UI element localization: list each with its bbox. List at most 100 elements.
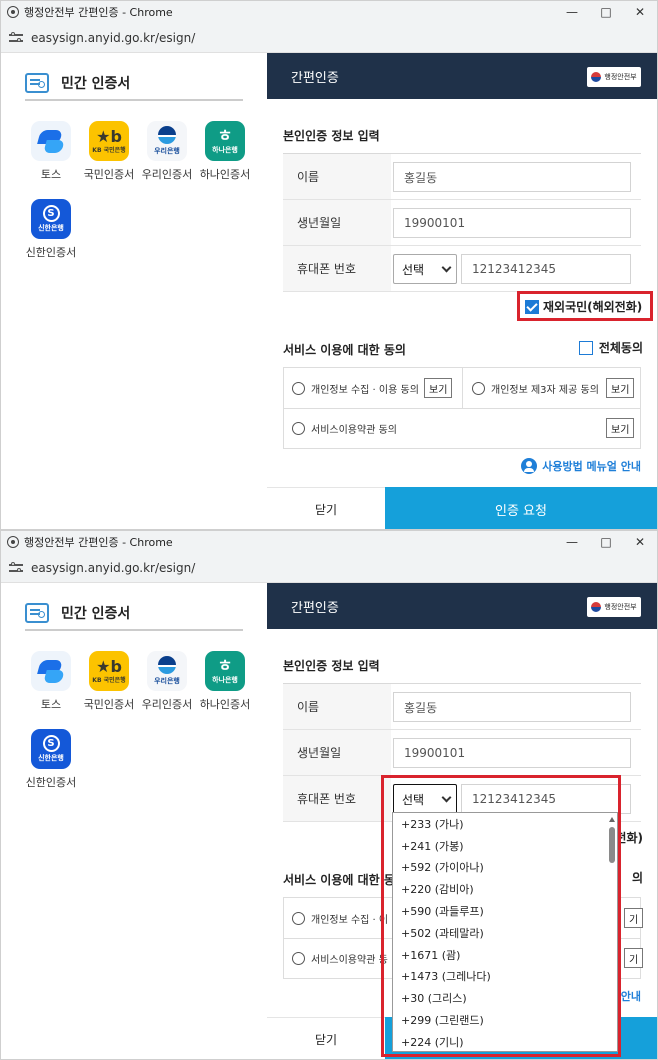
- phone-label: 휴대폰 번호: [283, 246, 391, 291]
- maximize-icon[interactable]: □: [589, 531, 623, 553]
- site-info-icon[interactable]: [9, 31, 23, 44]
- section-title-info: 본인인증 정보 입력: [283, 659, 380, 673]
- birth-input[interactable]: 19900101: [393, 738, 631, 768]
- view-button[interactable]: 보기: [424, 378, 453, 398]
- panel-header: 간편인증 행정안전부: [267, 583, 657, 629]
- panel-title: 간편인증: [291, 70, 339, 86]
- phone-input[interactable]: 12123412345: [461, 254, 631, 284]
- overseas-label: 재외국민(해외전화): [543, 300, 643, 314]
- minimize-icon[interactable]: —: [555, 1, 589, 23]
- phone-row: 휴대폰 번호 선택 12123412345: [283, 246, 641, 292]
- agree-terms[interactable]: 서비스이용약관 동의: [292, 408, 592, 448]
- gov-favicon-icon: [7, 536, 19, 548]
- private-cert-panel: 민간 인증서 토스 ★b KB 국민은행 국민인증서 우리은행 우리인증서 ㅎ 하나…: [1, 583, 267, 1059]
- app-label: 하나인증서: [199, 698, 251, 711]
- agreement-box: 개인정보 수집 · 이용 동의 보기 개인정보 제3자 제공 동의 보기 서비스…: [283, 367, 641, 449]
- overseas-checkbox[interactable]: 재외국민(해외전화): [525, 298, 642, 315]
- radio-icon: [292, 911, 305, 925]
- app-hana[interactable]: ㅎ 하나은행 하나인증서: [197, 121, 253, 182]
- address-bar[interactable]: easysign.anyid.go.kr/esign/: [1, 23, 657, 53]
- url-text: easysign.anyid.go.kr/esign/: [31, 30, 196, 45]
- phone-label: 휴대폰 번호: [283, 776, 391, 821]
- manual-link[interactable]: 사용방법 메뉴얼 안내: [521, 458, 641, 474]
- chevron-down-icon: [441, 262, 452, 273]
- person-icon: [521, 458, 538, 474]
- shinhan-bank-icon: S 신한은행: [31, 199, 71, 239]
- birth-input[interactable]: 19900101: [393, 208, 631, 238]
- birth-label: 생년월일: [283, 200, 391, 245]
- minimize-icon[interactable]: —: [555, 531, 589, 553]
- site-info-icon[interactable]: [9, 561, 23, 574]
- private-cert-title: 민간 인증서: [61, 76, 131, 92]
- url-text: easysign.anyid.go.kr/esign/: [31, 560, 196, 575]
- app-woori[interactable]: 우리은행 우리인증서: [139, 651, 195, 712]
- kb-bank-icon: ★b KB 국민은행: [89, 121, 129, 161]
- view-button[interactable]: 기: [624, 908, 644, 928]
- hana-bank-icon: ㅎ 하나은행: [205, 121, 245, 161]
- app-toss[interactable]: 토스: [23, 121, 79, 182]
- country-code-select[interactable]: 선택: [393, 254, 457, 284]
- private-cert-header: 민간 인증서: [25, 67, 243, 101]
- app-label: 하나인증서: [199, 168, 251, 181]
- window-title: 행정안전부 간편인증 - Chrome: [24, 6, 173, 19]
- private-cert-header: 민간 인증서: [25, 597, 243, 631]
- name-row: 이름 홍길동: [283, 154, 641, 200]
- request-auth-button[interactable]: 인증 요청: [385, 487, 657, 529]
- close-button[interactable]: 닫기: [267, 1017, 385, 1059]
- view-button[interactable]: 기: [624, 948, 644, 968]
- title-bar: 행정안전부 간편인증 - Chrome — □ ✕: [1, 531, 657, 553]
- app-kb[interactable]: ★b KB 국민은행 국민인증서: [81, 121, 137, 182]
- app-shinhan[interactable]: S 신한은행 신한인증서: [23, 729, 79, 790]
- birth-row: 생년월일 19900101: [283, 730, 641, 776]
- app-hana[interactable]: ㅎ 하나은행 하나인증서: [197, 651, 253, 712]
- radio-icon: [292, 421, 305, 435]
- toss-icon: [31, 121, 71, 161]
- checkbox-checked-icon: [525, 299, 539, 314]
- window-title: 행정안전부 간편인증 - Chrome: [24, 536, 173, 549]
- browser-window-1: 행정안전부 간편인증 - Chrome — □ ✕ easysign.anyid…: [0, 0, 658, 530]
- app-toss[interactable]: 토스: [23, 651, 79, 712]
- name-input[interactable]: 홍길동: [393, 692, 631, 722]
- panel-title: 간편인증: [291, 600, 339, 616]
- certificate-icon: [25, 73, 49, 93]
- hana-bank-icon: ㅎ 하나은행: [205, 651, 245, 691]
- kb-bank-icon: ★b KB 국민은행: [89, 651, 129, 691]
- maximize-icon[interactable]: □: [589, 1, 623, 23]
- agree-all-label: 전체동의: [598, 341, 643, 355]
- taegeuk-icon: [591, 72, 602, 82]
- woori-bank-icon: 우리은행: [147, 651, 187, 691]
- private-cert-panel: 민간 인증서 토스 ★b KB 국민은행 국민인증서 우리은행 우리인증서 ㅎ 하나…: [1, 53, 267, 529]
- agree-all-partial: 의: [631, 871, 643, 885]
- name-row: 이름 홍길동: [283, 684, 641, 730]
- gov-logo: 행정안전부: [587, 597, 641, 617]
- close-button[interactable]: 닫기: [267, 487, 385, 529]
- close-icon[interactable]: ✕: [623, 1, 657, 23]
- app-shinhan[interactable]: S 신한은행 신한인증서: [23, 199, 79, 260]
- app-label: 토스: [40, 168, 62, 181]
- section-title-info: 본인인증 정보 입력: [283, 129, 380, 143]
- app-label: 토스: [40, 698, 62, 711]
- name-input[interactable]: 홍길동: [393, 162, 631, 192]
- panel-header: 간편인증 행정안전부: [267, 53, 657, 99]
- checkbox-icon: [578, 340, 593, 355]
- manual-link[interactable]: 안내: [621, 988, 641, 1004]
- close-icon[interactable]: ✕: [623, 531, 657, 553]
- info-form: 이름 홍길동 생년월일 19900101 휴대폰 번호 선택 121234123…: [283, 153, 641, 292]
- address-bar[interactable]: easysign.anyid.go.kr/esign/: [1, 553, 657, 583]
- taegeuk-icon: [591, 602, 602, 612]
- birth-row: 생년월일 19900101: [283, 200, 641, 246]
- view-button[interactable]: 보기: [606, 418, 635, 438]
- section-title-agree: 서비스 이용에 대한 동의: [283, 343, 406, 357]
- app-label: 신한인증서: [25, 776, 77, 789]
- private-cert-title: 민간 인증서: [61, 606, 131, 622]
- agree-all-checkbox[interactable]: 전체동의: [578, 339, 643, 356]
- app-label: 국민인증서: [83, 168, 135, 181]
- woori-bank-icon: 우리은행: [147, 121, 187, 161]
- shinhan-bank-icon: S 신한은행: [31, 729, 71, 769]
- app-woori[interactable]: 우리은행 우리인증서: [139, 121, 195, 182]
- divider: [462, 368, 463, 408]
- app-label: 우리인증서: [141, 698, 193, 711]
- radio-icon: [472, 381, 485, 395]
- view-button[interactable]: 보기: [606, 378, 635, 398]
- app-kb[interactable]: ★b KB 국민은행 국민인증서: [81, 651, 137, 712]
